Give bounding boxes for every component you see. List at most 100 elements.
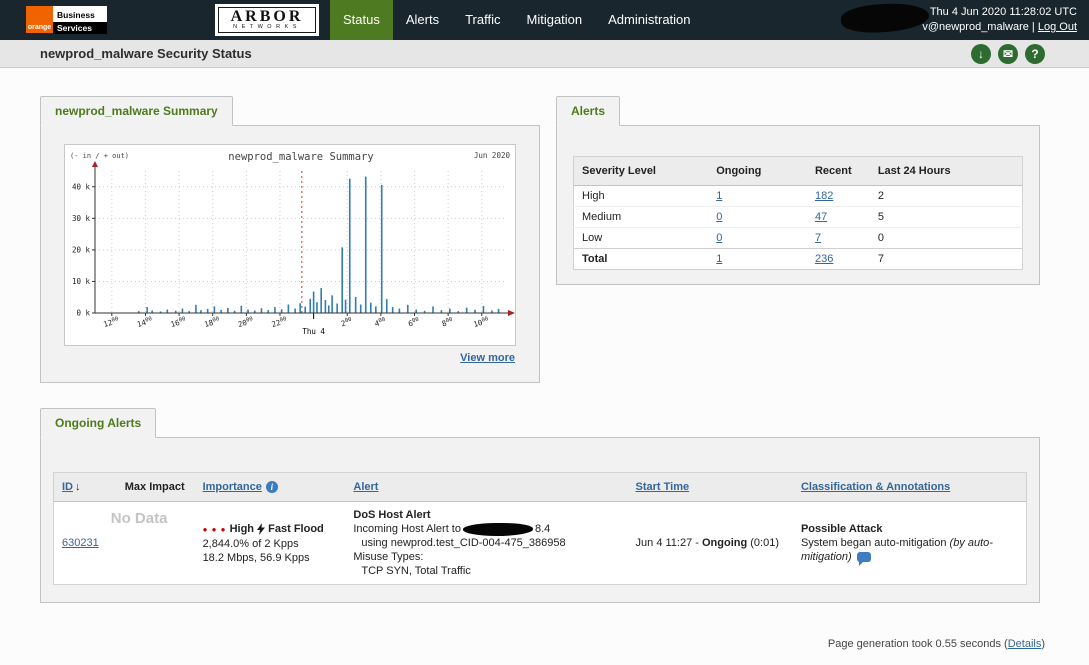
header-icons: ↓ ✉ ? <box>971 44 1045 64</box>
alerts-summary-table: Severity Level Ongoing Recent Last 24 Ho… <box>573 156 1023 270</box>
svg-text:400: 400 <box>374 317 387 329</box>
severity-label: Total <box>573 248 709 270</box>
tab-ongoing-alerts[interactable]: Ongoing Alerts <box>40 408 157 438</box>
recent-count-link[interactable]: 7 <box>815 232 821 244</box>
view-more-link[interactable]: View more <box>460 352 515 364</box>
recent-count-link[interactable]: 47 <box>815 211 827 223</box>
ongoing-count-link[interactable]: 0 <box>716 232 722 244</box>
col-start-time: Start Time <box>627 472 793 503</box>
id-sort-link[interactable]: ID <box>62 481 73 493</box>
svg-text:200: 200 <box>340 317 353 329</box>
summary-section: newprod_malware Summary newprod_malware … <box>40 96 540 383</box>
col-ongoing: Ongoing <box>708 156 807 186</box>
arbor-networks-logo: ARBOR NETWORKS <box>218 7 316 33</box>
page-footer: Page generation took 0.55 seconds (Detai… <box>827 638 1045 650</box>
ongoing-status-label: Ongoing <box>701 537 748 550</box>
logout-link[interactable]: Log Out <box>1038 21 1077 33</box>
severity-label: Low <box>573 227 709 249</box>
col-max-impact: Max Impact <box>116 472 195 503</box>
svg-text:20 k: 20 k <box>72 245 91 254</box>
svg-text:10 k: 10 k <box>72 277 91 286</box>
main-content: newprod_malware Summary newprod_malware … <box>0 68 1089 665</box>
alert-id-cell: 630231 <box>54 502 117 585</box>
ongoing-count-link[interactable]: 1 <box>716 253 722 265</box>
tab-summary[interactable]: newprod_malware Summary <box>40 96 233 126</box>
classification-sort-link[interactable]: Classification & Annotations <box>801 481 950 493</box>
last24-count: 0 <box>869 227 1023 249</box>
nav-item-status[interactable]: Status <box>330 0 393 40</box>
svg-text:1400: 1400 <box>136 316 154 329</box>
summary-panel: newprod_malware Summary (- in / + out) Jun… <box>40 125 540 383</box>
ongoing-alerts-panel: ID ↓ Max Impact Importance i Alert Start T… <box>40 437 1040 603</box>
orange-logo-text: orange <box>27 24 52 31</box>
alerts-row-medium: Medium 0 47 5 <box>573 206 1023 228</box>
help-icon[interactable]: ? <box>1025 44 1045 64</box>
orange-logo-caption: Business Services <box>53 6 107 34</box>
arbor-logo-sub: NETWORKS <box>233 24 301 30</box>
comment-icon[interactable] <box>856 552 871 567</box>
ongoing-count-link[interactable]: 0 <box>716 211 722 223</box>
session-info: Thu 4 Jun 2020 11:28:02 UTC v@newprod_ma… <box>922 5 1077 35</box>
nav-item-alerts[interactable]: Alerts <box>393 0 452 40</box>
ongoing-alerts-section: Ongoing Alerts ID ↓ Max Impact Importance… <box>40 408 1040 603</box>
svg-text:Thu 4: Thu 4 <box>302 327 325 336</box>
importance-rate: 18.2 Mbps, 56.9 Kpps <box>202 551 310 564</box>
severity-label: Medium <box>573 206 709 228</box>
alerts-section: Alerts Severity Level Ongoing Recent Las… <box>556 96 1040 285</box>
user-line: v@newprod_malware | Log Out <box>922 20 1077 35</box>
svg-text:newprod_malware Summary: newprod_malware Summary <box>228 151 373 163</box>
ongoing-alert-row: 630231 No Data ● ● ● High Fast Flood 2,8… <box>54 502 1027 585</box>
max-impact-cell: No Data <box>111 502 195 585</box>
nav-item-administration[interactable]: Administration <box>595 0 703 40</box>
info-icon[interactable]: i <box>265 481 278 494</box>
alerts-row-low: Low 0 7 0 <box>573 227 1023 249</box>
svg-text:(- in / + out): (- in / + out) <box>70 152 129 160</box>
svg-text:1000: 1000 <box>472 316 490 329</box>
orange-business-services-logo: orange Business Services <box>26 6 107 34</box>
col-id: ID ↓ <box>53 472 117 503</box>
page-title: newprod_malware Security Status <box>40 46 252 61</box>
lightning-icon <box>257 522 266 535</box>
col-recent: Recent <box>806 156 870 186</box>
svg-text:40 k: 40 k <box>72 182 91 191</box>
nav-item-mitigation[interactable]: Mitigation <box>514 0 596 40</box>
svg-text:1200: 1200 <box>102 316 120 329</box>
svg-text:2200: 2200 <box>271 316 289 329</box>
col-last-24-hours: Last 24 Hours <box>869 156 1023 186</box>
start-time-cell: Jun 4 11:27 - Ongoing (0:01) <box>635 537 779 550</box>
recent-count-link[interactable]: 182 <box>815 190 833 202</box>
annotation-line: System began auto-mitigation (by auto-mi… <box>800 537 993 567</box>
sort-desc-icon: ↓ <box>75 481 81 494</box>
subheader: newprod_malware Security Status ↓ ✉ ? <box>0 40 1089 68</box>
col-severity-level: Severity Level <box>573 156 709 186</box>
mail-icon[interactable]: ✉ <box>998 44 1018 64</box>
details-link[interactable]: Details <box>1008 638 1042 650</box>
alerts-row-high: High 1 182 2 <box>573 185 1023 207</box>
svg-text:600: 600 <box>407 317 420 329</box>
col-alert: Alert <box>345 472 628 503</box>
recent-count-link[interactable]: 236 <box>815 253 833 265</box>
download-icon[interactable]: ↓ <box>971 44 991 64</box>
svg-text:Jun 2020: Jun 2020 <box>474 151 511 160</box>
no-data-label: No Data <box>110 510 168 528</box>
nav-item-traffic[interactable]: Traffic <box>452 0 513 40</box>
ongoing-alerts-table: ID ↓ Max Impact Importance i Alert Start T… <box>53 472 1027 586</box>
classification-cell: Possible Attack System began auto-mitiga… <box>793 502 1027 585</box>
svg-text:0 k: 0 k <box>76 309 90 318</box>
start-time-sort-link[interactable]: Start Time <box>636 481 690 493</box>
svg-text:30 k: 30 k <box>72 214 91 223</box>
svg-text:1800: 1800 <box>203 316 221 329</box>
importance-percent: 2,844.0% of 2 Kpps <box>202 537 299 550</box>
ongoing-count-link[interactable]: 1 <box>716 190 722 202</box>
alert-sort-link[interactable]: Alert <box>353 481 378 493</box>
severity-dots-icon: ● ● ● <box>202 524 227 534</box>
alert-id-link[interactable]: 630231 <box>62 537 99 549</box>
alerts-table-header-row: Severity Level Ongoing Recent Last 24 Ho… <box>573 156 1023 186</box>
main-nav: Status Alerts Traffic Mitigation Adminis… <box>330 0 704 40</box>
topbar: orange Business Services ARBOR NETWORKS … <box>0 0 1089 40</box>
attack-type-label: Fast Flood <box>268 522 324 535</box>
importance-level: High <box>229 522 255 535</box>
alert-resource-line: using newprod.test_CID-004-475_386958 <box>361 537 566 550</box>
tab-alerts[interactable]: Alerts <box>556 96 621 126</box>
importance-sort-link[interactable]: Importance <box>203 481 262 493</box>
